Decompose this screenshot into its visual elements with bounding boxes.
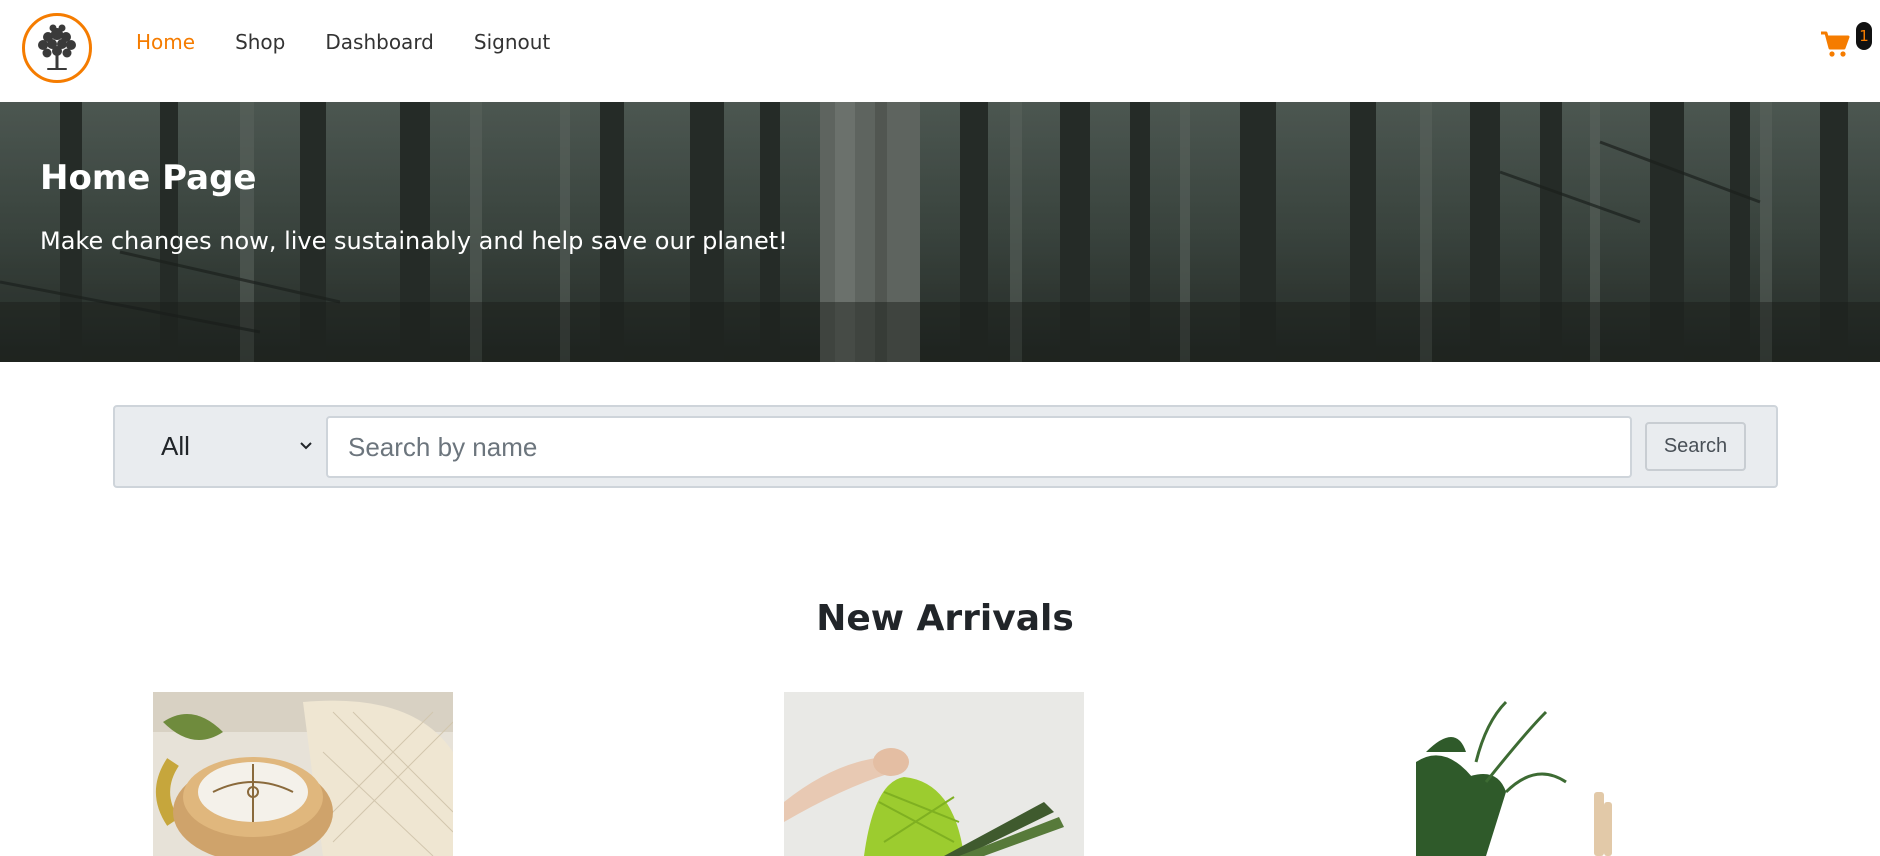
nav-links: Home Shop Dashboard Signout bbox=[136, 30, 590, 54]
nav-link-home[interactable]: Home bbox=[136, 30, 195, 54]
new-arrivals-heading: New Arrivals bbox=[816, 598, 1074, 639]
search-input[interactable] bbox=[326, 416, 1632, 478]
nav-link-dashboard[interactable]: Dashboard bbox=[325, 30, 434, 54]
cart-count-badge: 1 bbox=[1856, 22, 1872, 50]
nav-link-shop[interactable]: Shop bbox=[235, 30, 285, 54]
chevron-down-icon bbox=[300, 442, 312, 450]
search-bar: All Search bbox=[113, 405, 1778, 488]
nav-link-signout[interactable]: Signout bbox=[474, 30, 550, 54]
shopping-cart-icon bbox=[1821, 31, 1850, 57]
product-card-image[interactable] bbox=[153, 692, 453, 856]
product-card-image[interactable] bbox=[1416, 692, 1716, 856]
hero-banner: Home Page Make changes now, live sustain… bbox=[0, 102, 1880, 362]
category-select[interactable]: All bbox=[125, 416, 325, 476]
product-image-mesh-bag bbox=[784, 692, 1084, 856]
page-title: Home Page bbox=[40, 158, 257, 198]
logo[interactable] bbox=[22, 13, 92, 83]
page-subtitle: Make changes now, live sustainably and h… bbox=[40, 227, 788, 255]
tree-icon bbox=[38, 24, 76, 70]
navbar: Home Shop Dashboard Signout 1 bbox=[0, 0, 1880, 102]
search-button[interactable]: Search bbox=[1645, 422, 1746, 471]
category-selected-value: All bbox=[161, 431, 190, 461]
product-card-image[interactable] bbox=[784, 692, 1084, 856]
product-image-bamboo-soap bbox=[153, 692, 453, 856]
product-image-plant-bamboo bbox=[1416, 692, 1716, 856]
cart-button[interactable] bbox=[1820, 30, 1850, 58]
